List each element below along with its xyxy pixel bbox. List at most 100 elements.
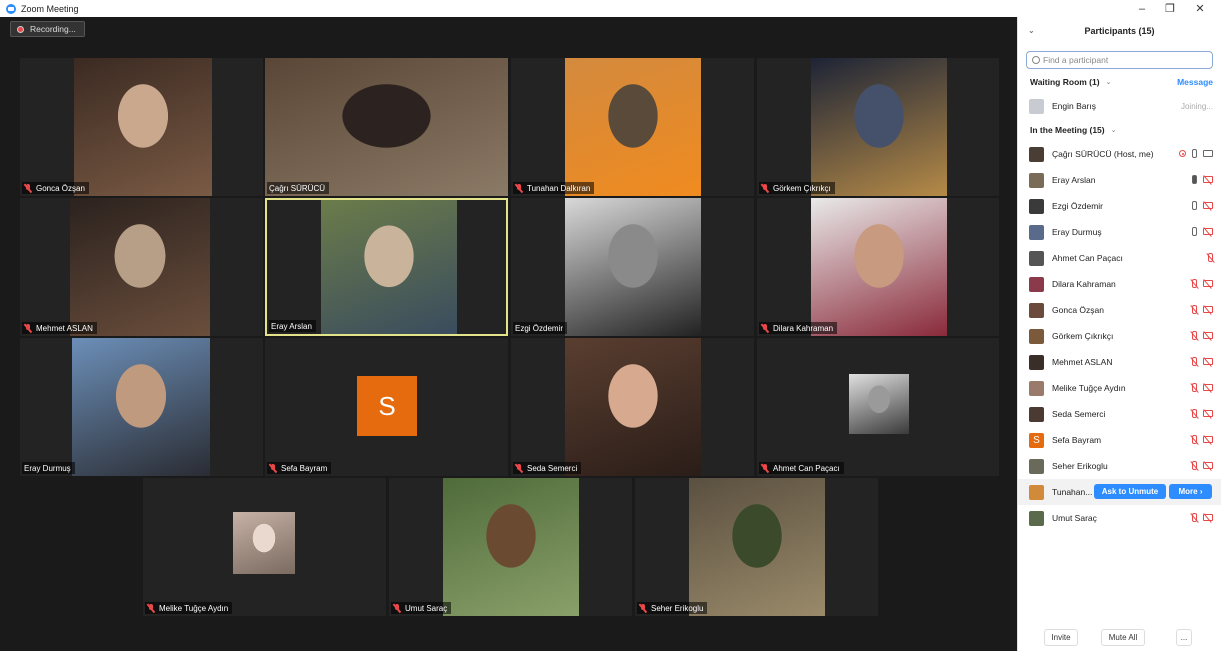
chevron-down-icon: ⌄ xyxy=(1110,127,1117,134)
camera-off-icon[interactable] xyxy=(1203,436,1213,443)
waiting-room-header[interactable]: Waiting Room (1) ⌄ Message xyxy=(1018,71,1221,93)
camera-off-icon[interactable] xyxy=(1203,410,1213,417)
mute-all-button[interactable]: Mute All xyxy=(1101,629,1145,646)
muted-mic-icon xyxy=(24,323,32,333)
participant-row[interactable]: S Sefa Bayram xyxy=(1018,427,1221,453)
participant-name: Umut Saraç xyxy=(405,603,448,613)
microphone-icon[interactable] xyxy=(1192,175,1197,184)
waiting-participant-row[interactable]: Engin Barış Joining... xyxy=(1018,93,1221,119)
participant-video xyxy=(811,58,947,196)
camera-off-icon[interactable] xyxy=(1203,228,1213,235)
participant-status-icons xyxy=(1192,357,1213,366)
video-tile[interactable]: Tunahan Dalkıran xyxy=(511,58,754,196)
recording-icon xyxy=(1179,150,1186,157)
camera-off-icon[interactable] xyxy=(1203,384,1213,391)
camera-off-icon[interactable] xyxy=(1203,202,1213,209)
search-placeholder: Find a participant xyxy=(1043,55,1109,65)
participant-row[interactable]: Gonca Özşan xyxy=(1018,297,1221,323)
participant-row[interactable]: Mehmet ASLAN xyxy=(1018,349,1221,375)
participant-name: Tunahan Dalkıran xyxy=(527,183,591,193)
camera-off-icon[interactable] xyxy=(1203,514,1213,521)
video-tile[interactable]: Ezgi Özdemir xyxy=(511,198,754,336)
muted-mic-icon[interactable] xyxy=(1192,409,1197,418)
camera-off-icon[interactable] xyxy=(1203,176,1213,183)
video-tile[interactable]: Eray Arslan xyxy=(265,198,508,336)
video-tile[interactable]: Umut Saraç xyxy=(389,478,632,616)
avatar-letter: S xyxy=(357,376,417,436)
video-tile[interactable]: Görkem Çıkrıkçı xyxy=(757,58,999,196)
participant-video xyxy=(565,58,701,196)
muted-mic-icon[interactable] xyxy=(1208,253,1213,262)
participant-row[interactable]: Umut Saraç xyxy=(1018,505,1221,531)
video-tile[interactable]: S Sefa Bayram xyxy=(265,338,508,476)
video-tile[interactable]: Gonca Özşan xyxy=(20,58,263,196)
participant-video xyxy=(265,58,508,196)
camera-icon[interactable] xyxy=(1203,150,1213,157)
muted-mic-icon[interactable] xyxy=(1192,435,1197,444)
microphone-icon[interactable] xyxy=(1192,149,1197,158)
in-meeting-header[interactable]: In the Meeting (15) ⌄ xyxy=(1018,119,1221,141)
muted-mic-icon[interactable] xyxy=(1192,279,1197,288)
muted-mic-icon[interactable] xyxy=(1192,331,1197,340)
participant-name-label: Çağrı SÜRÜCÜ xyxy=(267,182,330,194)
muted-mic-icon xyxy=(761,323,769,333)
camera-off-icon[interactable] xyxy=(1203,306,1213,313)
participant-name-label: Eray Arslan xyxy=(269,320,316,332)
participant-name: Mehmet ASLAN xyxy=(36,323,93,333)
participant-row[interactable]: Çağrı SÜRÜCÜ (Host, me) xyxy=(1018,141,1221,167)
invite-button[interactable]: Invite xyxy=(1044,629,1078,646)
participant-name-label: Sefa Bayram xyxy=(267,462,332,474)
video-tile[interactable]: Dilara Kahraman xyxy=(757,198,999,336)
video-tile[interactable]: Melike Tuğçe Aydın xyxy=(143,478,386,616)
participant-name: Ezgi Özdemir xyxy=(1052,201,1104,211)
video-tile[interactable]: Ahmet Can Paçacı xyxy=(757,338,999,476)
participant-name: Eray Arslan xyxy=(271,321,312,331)
participant-name: Eray Arslan xyxy=(1052,175,1096,185)
participant-name: Dilara Kahraman xyxy=(1052,279,1116,289)
muted-mic-icon[interactable] xyxy=(1192,383,1197,392)
participant-name: Seda Semerci xyxy=(527,463,578,473)
video-tile[interactable]: Mehmet ASLAN xyxy=(20,198,263,336)
participant-row[interactable]: Eray Arslan xyxy=(1018,167,1221,193)
video-tile[interactable]: Seher Erikoglu xyxy=(635,478,878,616)
minimize-button[interactable]: – xyxy=(1127,0,1157,17)
participant-row[interactable]: Eray Durmuş xyxy=(1018,219,1221,245)
collapse-chevron-icon[interactable]: ⌄ xyxy=(1028,26,1035,35)
participant-row[interactable]: Seher Erikoglu xyxy=(1018,453,1221,479)
more-options-button[interactable]: ... xyxy=(1176,629,1192,646)
close-button[interactable]: ✕ xyxy=(1185,0,1215,17)
muted-mic-icon[interactable] xyxy=(1192,513,1197,522)
participant-name: Çağrı SÜRÜCÜ xyxy=(269,183,326,193)
search-input[interactable]: Find a participant xyxy=(1026,51,1213,69)
ask-to-unmute-button[interactable]: Ask to Unmute xyxy=(1094,484,1166,499)
participant-name: Ahmet Can Paçacı xyxy=(1052,253,1123,263)
muted-mic-icon[interactable] xyxy=(1192,357,1197,366)
participant-row[interactable]: Tunahan... Ask to Unmute More › xyxy=(1018,479,1221,505)
microphone-icon[interactable] xyxy=(1192,201,1197,210)
video-tile[interactable]: Seda Semerci xyxy=(511,338,754,476)
participant-video xyxy=(321,200,457,334)
video-tile[interactable]: Eray Durmuş xyxy=(20,338,263,476)
camera-off-icon[interactable] xyxy=(1203,462,1213,469)
in-meeting-label: In the Meeting (15) xyxy=(1030,125,1105,135)
restore-button[interactable]: ❐ xyxy=(1155,0,1185,17)
panel-footer: Invite Mute All ... xyxy=(1018,625,1221,651)
muted-mic-icon xyxy=(639,603,647,613)
muted-mic-icon[interactable] xyxy=(1192,305,1197,314)
camera-off-icon[interactable] xyxy=(1203,280,1213,287)
participant-row[interactable]: Seda Semerci xyxy=(1018,401,1221,427)
participant-row[interactable]: Ahmet Can Paçacı xyxy=(1018,245,1221,271)
more-button[interactable]: More › xyxy=(1169,484,1212,499)
participant-video xyxy=(811,198,947,336)
recording-indicator[interactable]: Recording... xyxy=(10,21,85,37)
message-button[interactable]: Message xyxy=(1177,77,1213,87)
participant-row[interactable]: Görkem Çıkrıkçı xyxy=(1018,323,1221,349)
camera-off-icon[interactable] xyxy=(1203,332,1213,339)
video-tile[interactable]: Çağrı SÜRÜCÜ xyxy=(265,58,508,196)
participant-row[interactable]: Melike Tuğçe Aydın xyxy=(1018,375,1221,401)
muted-mic-icon[interactable] xyxy=(1192,461,1197,470)
microphone-icon[interactable] xyxy=(1192,227,1197,236)
camera-off-icon[interactable] xyxy=(1203,358,1213,365)
participant-row[interactable]: Ezgi Özdemir xyxy=(1018,193,1221,219)
participant-row[interactable]: Dilara Kahraman xyxy=(1018,271,1221,297)
